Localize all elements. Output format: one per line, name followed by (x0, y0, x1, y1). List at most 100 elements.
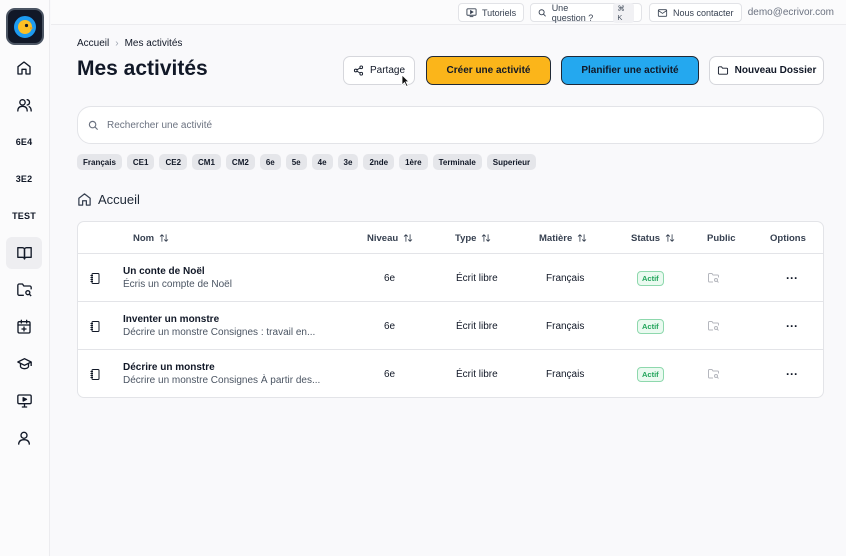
public-folder-icon[interactable] (707, 302, 720, 350)
activity-type: Écrit libre (456, 272, 498, 284)
column-header-label: Type (455, 232, 477, 244)
filter-chip-ce2[interactable]: CE2 (159, 154, 188, 170)
table-row[interactable]: Décrire un monstre Décrire un monstre Co… (78, 349, 823, 397)
mail-icon (657, 8, 668, 17)
activity-subject: Français (546, 368, 585, 380)
filter-chips: Français CE1 CE2 CM1 CM2 6e 5e 4e 3e 2nd… (77, 154, 537, 170)
breadcrumb-current: Mes activités (124, 38, 183, 49)
share-label: Partage (369, 65, 406, 76)
users-icon (16, 99, 32, 112)
sidebar-item-class-test[interactable]: TEST (6, 200, 42, 232)
table-row[interactable]: Inventer un monstre Décrire un monstre C… (78, 301, 823, 349)
filter-chip-6e[interactable]: 6e (259, 154, 281, 170)
create-activity-label: Créer une activité (446, 65, 531, 76)
notebook-icon (89, 302, 101, 350)
notebook-icon (89, 350, 101, 398)
filter-chip-francais[interactable]: Français (77, 154, 122, 170)
activity-description: Décrire un monstre Consignes À partir de… (123, 375, 321, 386)
calendar-plus-icon (17, 319, 31, 334)
sort-icon (578, 234, 587, 242)
search-icon (88, 120, 99, 130)
activity-title[interactable]: Décrire un monstre (123, 362, 215, 373)
more-options-icon[interactable]: ··· (786, 319, 798, 333)
sidebar-item-folder-search[interactable] (6, 274, 42, 306)
column-header-subject[interactable]: Matière (539, 222, 587, 254)
new-folder-label: Nouveau Dossier (734, 65, 817, 76)
user-email[interactable]: demo@ecrivor.com (748, 7, 834, 18)
mouse-cursor-icon (401, 74, 410, 87)
filter-chip-3e[interactable]: 3e (337, 154, 359, 170)
folder-heading-label: Accueil (98, 192, 140, 207)
filter-chip-2nde[interactable]: 2nde (363, 154, 395, 170)
folder-search-icon (16, 283, 32, 297)
sidebar-item-profile[interactable] (6, 422, 42, 454)
column-header-level[interactable]: Niveau (367, 222, 413, 254)
sort-icon (482, 234, 491, 242)
activity-description: Décrire un monstre Consignes : travail e… (123, 327, 316, 338)
filter-chip-cm2[interactable]: CM2 (225, 154, 255, 170)
sidebar-item-home[interactable] (6, 52, 42, 84)
column-header-status[interactable]: Status (631, 222, 675, 254)
column-header-label: Options (770, 232, 806, 244)
status-badge: Actif (637, 270, 664, 286)
page-title: Mes activités (77, 57, 208, 80)
activity-title[interactable]: Un conte de Noël (123, 266, 205, 277)
filter-chip-1ere[interactable]: 1ère (399, 154, 428, 170)
sidebar-item-class-6e4[interactable]: 6E4 (6, 126, 42, 158)
notebook-icon (89, 254, 101, 302)
filter-chip-cm1[interactable]: CM1 (192, 154, 221, 170)
column-header-label: Niveau (367, 232, 399, 244)
app-logo[interactable] (6, 8, 44, 45)
filter-chip-ce1[interactable]: CE1 (126, 154, 155, 170)
question-button[interactable]: Une question ? ⌘ K (530, 2, 642, 23)
filter-chip-5e[interactable]: 5e (285, 154, 307, 170)
sidebar-item-calendar[interactable] (6, 311, 42, 343)
status-badge: Actif (637, 366, 664, 382)
column-header-public: Public (707, 222, 736, 254)
logo-bird-icon (12, 13, 38, 40)
sidebar-item-class-3e2[interactable]: 3E2 (6, 163, 42, 195)
activity-description: Écris un compte de Noël (123, 279, 232, 290)
contact-label: Nous contacter (673, 7, 734, 18)
sidebar-class-label: 3E2 (15, 174, 33, 184)
activity-level: 6e (384, 272, 396, 284)
public-folder-icon[interactable] (707, 350, 720, 398)
contact-button[interactable]: Nous contacter (649, 3, 742, 22)
activity-type: Écrit libre (456, 368, 498, 380)
breadcrumb-home-link[interactable]: Accueil (77, 38, 109, 49)
presentation-icon (16, 394, 32, 408)
sidebar-item-presentation[interactable] (6, 385, 42, 417)
column-header-name[interactable]: Nom (133, 222, 169, 254)
tutorials-button[interactable]: Tutoriels (458, 3, 525, 22)
search-icon (538, 8, 546, 17)
new-folder-button[interactable]: Nouveau Dossier (709, 56, 824, 85)
activity-level: 6e (384, 368, 396, 380)
filter-chip-4e[interactable]: 4e (311, 154, 333, 170)
user-icon (18, 431, 30, 445)
sort-icon (665, 234, 675, 242)
share-icon (353, 65, 364, 76)
filter-chip-terminale[interactable]: Terminale (432, 154, 482, 170)
search-input[interactable] (107, 119, 707, 131)
filter-chip-superieur[interactable]: Superieur (486, 154, 537, 170)
more-options-icon[interactable]: ··· (786, 367, 798, 381)
create-activity-button[interactable]: Créer une activité (426, 56, 551, 85)
more-options-icon[interactable]: ··· (786, 271, 798, 285)
book-open-icon (16, 247, 32, 260)
chevron-right-icon: › (115, 38, 119, 49)
home-icon (78, 193, 91, 206)
plan-activity-button[interactable]: Planifier une activité (561, 56, 699, 85)
activity-name-cell: Inventer un monstre Décrire un monstre C… (123, 302, 315, 350)
sidebar-item-activities[interactable] (6, 237, 42, 269)
public-folder-icon[interactable] (707, 254, 720, 302)
activity-name-cell: Un conte de Noël Écris un compte de Noël (123, 254, 232, 302)
folder-icon (717, 66, 728, 75)
activities-table: Nom Niveau Type Matière Status Public Op… (77, 221, 824, 398)
table-row[interactable]: Un conte de Noël Écris un compte de Noël… (78, 253, 823, 301)
column-header-type[interactable]: Type (455, 222, 491, 254)
breadcrumb: Accueil › Mes activités (77, 38, 182, 49)
activity-title[interactable]: Inventer un monstre (123, 314, 219, 325)
sidebar-item-education[interactable] (6, 348, 42, 380)
sidebar-item-users[interactable] (6, 89, 42, 121)
keyboard-shortcut: ⌘ K (613, 2, 634, 23)
